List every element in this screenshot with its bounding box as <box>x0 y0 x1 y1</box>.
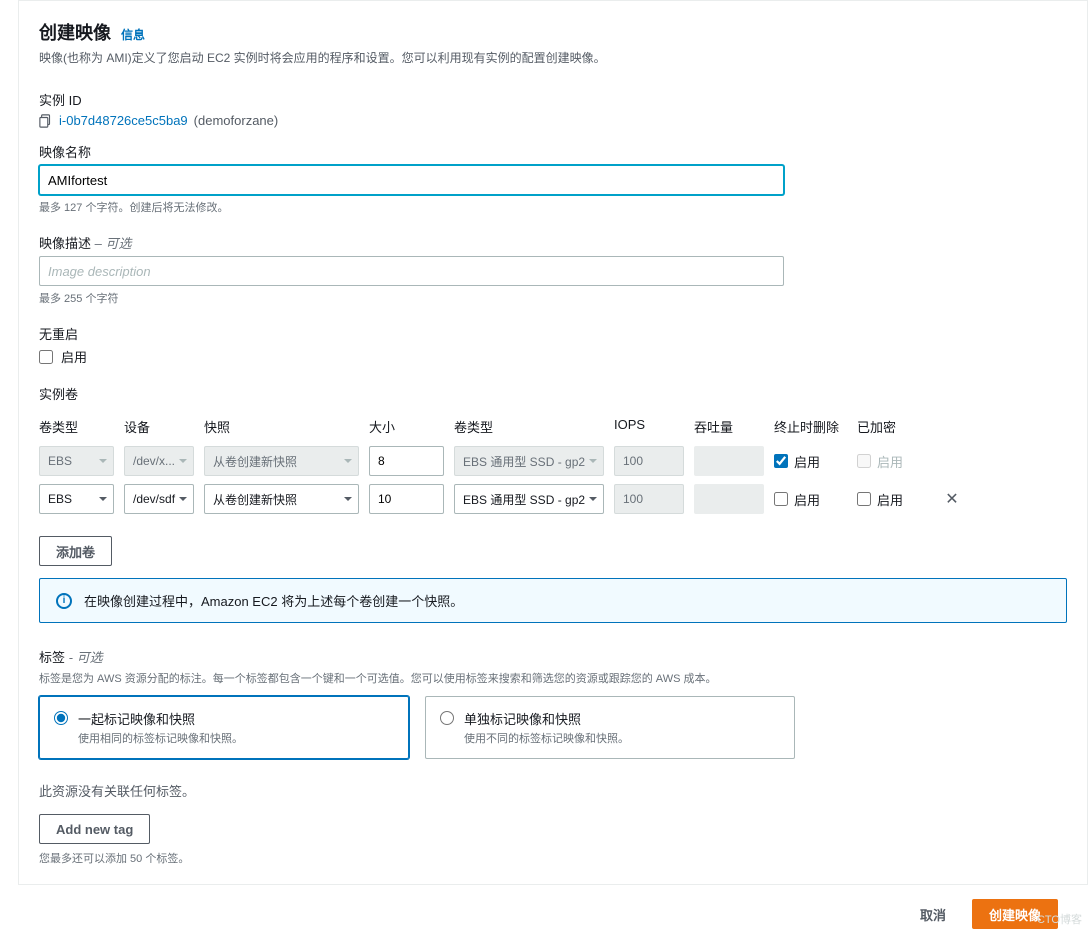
col-encrypted: 已加密 <box>857 417 927 436</box>
volumes-label: 实例卷 <box>39 384 1067 403</box>
vol-iops-input <box>614 484 684 514</box>
chevron-down-icon <box>99 459 107 463</box>
vol-delete-checkbox: 启用 <box>774 490 847 509</box>
chevron-down-icon <box>344 497 352 501</box>
info-icon: i <box>56 593 72 609</box>
no-reboot-checkbox[interactable] <box>39 350 53 364</box>
col-throughput: 吞吐量 <box>694 417 764 436</box>
vol-snapshot-select[interactable]: 从卷创建新快照 <box>204 484 359 514</box>
image-desc-hint: 最多 255 个字符 <box>39 290 1067 306</box>
chevron-down-icon <box>179 459 187 463</box>
tag-option-together[interactable]: 一起标记映像和快照 使用相同的标签标记映像和快照。 <box>39 696 409 759</box>
vol-throughput-input <box>694 446 764 476</box>
col-type: 卷类型 <box>39 417 114 436</box>
no-tags-text: 此资源没有关联任何标签。 <box>39 781 1067 800</box>
vol-type-select[interactable]: EBS <box>39 484 114 514</box>
chevron-down-icon <box>589 459 597 463</box>
vol-size-input[interactable] <box>369 446 444 476</box>
vol-delete-checkbox: 启用 <box>774 452 847 471</box>
chevron-down-icon <box>179 497 187 501</box>
remove-row-icon[interactable]: ✕ <box>945 491 958 508</box>
vol-iops-input <box>614 446 684 476</box>
add-volume-button[interactable]: 添加卷 <box>39 536 112 566</box>
cancel-button[interactable]: 取消 <box>904 899 962 929</box>
tag-radio-together[interactable] <box>54 711 68 725</box>
col-iops: IOPS <box>614 417 684 436</box>
col-snapshot: 快照 <box>204 417 359 436</box>
col-size: 大小 <box>369 417 444 436</box>
vol-device-select: /dev/x... <box>124 446 194 476</box>
image-desc-input[interactable] <box>39 256 784 286</box>
tag-radio-separate[interactable] <box>440 711 454 725</box>
vol-encrypted-checkbox: 启用 <box>857 490 927 509</box>
vol-vtype-select[interactable]: EBS 通用型 SSD - gp2 <box>454 484 604 514</box>
vol-encrypted-checkbox: 启用 <box>857 452 927 471</box>
instance-id-link[interactable]: i-0b7d48726ce5c5ba9 <box>59 113 188 128</box>
instance-name: (demoforzane) <box>194 113 279 128</box>
vol-size-input[interactable] <box>369 484 444 514</box>
instance-id-label: 实例 ID <box>39 90 1067 109</box>
col-device: 设备 <box>124 417 194 436</box>
tags-label: 标签 - 可选 <box>39 647 1067 666</box>
watermark: CTO博客 <box>1037 911 1082 927</box>
vol-device-select[interactable]: /dev/sdf <box>124 484 194 514</box>
tag-option-separate[interactable]: 单独标记映像和快照 使用不同的标签标记映像和快照。 <box>425 696 795 759</box>
image-name-hint: 最多 127 个字符。创建后将无法修改。 <box>39 199 1067 215</box>
image-desc-label: 映像描述 – 可选 <box>39 233 1067 252</box>
tags-desc: 标签是您为 AWS 资源分配的标注。每一个标签都包含一个键和一个可选值。您可以使… <box>39 670 1067 686</box>
vol-throughput-input <box>694 484 764 514</box>
page-title: 创建映像 <box>39 19 111 45</box>
image-name-input[interactable] <box>39 165 784 195</box>
col-vtype: 卷类型 <box>454 417 604 436</box>
vol-type-select: EBS <box>39 446 114 476</box>
chevron-down-icon <box>344 459 352 463</box>
snapshot-alert: i 在映像创建过程中，Amazon EC2 将为上述每个卷创建一个快照。 <box>39 578 1067 623</box>
info-link[interactable]: 信息 <box>121 26 145 43</box>
chevron-down-icon <box>99 497 107 501</box>
col-delete: 终止时删除 <box>774 417 847 436</box>
image-name-label: 映像名称 <box>39 142 1067 161</box>
no-reboot-enable: 启用 <box>61 347 87 366</box>
table-row: EBS /dev/sdf 从卷创建新快照 EBS 通用型 SSD - gp2 启… <box>39 484 1067 522</box>
copy-icon[interactable] <box>39 114 53 128</box>
tag-limit: 您最多还可以添加 50 个标签。 <box>39 850 1067 866</box>
table-row: EBS /dev/x... 从卷创建新快照 EBS 通用型 SSD - gp2 … <box>39 446 1067 484</box>
vol-snapshot-select: 从卷创建新快照 <box>204 446 359 476</box>
add-tag-button[interactable]: Add new tag <box>39 814 150 844</box>
chevron-down-icon <box>589 497 597 501</box>
no-reboot-label: 无重启 <box>39 324 1067 343</box>
volumes-table: 卷类型 设备 快照 大小 卷类型 IOPS 吞吐量 终止时删除 已加密 EBS … <box>39 417 1067 522</box>
vol-vtype-select: EBS 通用型 SSD - gp2 <box>454 446 604 476</box>
page-subtitle: 映像(也称为 AMI)定义了您启动 EC2 实例时将会应用的程序和设置。您可以利… <box>39 49 1067 66</box>
